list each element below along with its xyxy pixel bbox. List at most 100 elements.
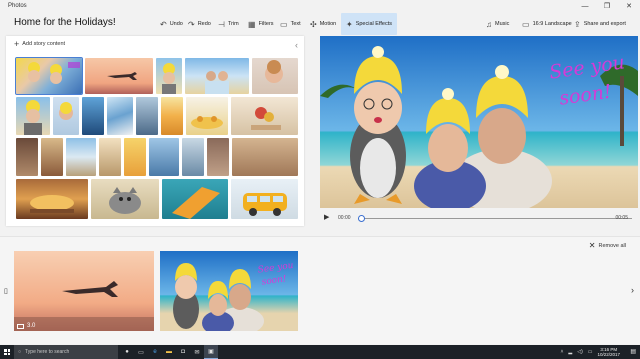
text-button[interactable]: ▭ Text (280, 13, 301, 35)
clock[interactable]: 3:16 PM 10/22/2017 (597, 347, 620, 357)
video-preview[interactable]: See you soon! (320, 36, 638, 208)
filters-icon: ▦ (248, 19, 256, 29)
photos-app-icon[interactable]: ▣ (204, 345, 218, 359)
media-thumbnail[interactable] (162, 179, 228, 219)
filters-label: Filters (258, 21, 274, 27)
keyboard-icon[interactable]: ▭ (588, 349, 593, 355)
task-view-icon[interactable]: ▭ (134, 345, 148, 359)
airplane-image (14, 281, 154, 331)
add-story-content-button[interactable]: + Add story content (14, 39, 66, 49)
motion-button[interactable]: ✣ Motion (310, 13, 336, 35)
svg-text:soon!: soon! (261, 274, 287, 287)
storyboard-handle-icon[interactable]: ▯ (4, 287, 8, 295)
filters-button[interactable]: ▦ Filters (248, 13, 274, 35)
play-icon[interactable]: ▶ (324, 213, 329, 221)
windows-icon (4, 349, 10, 355)
share-icon: ⇪ (574, 19, 581, 29)
microphone-icon[interactable]: ● (120, 345, 134, 359)
edge-icon[interactable]: e (148, 345, 162, 359)
cat-image (109, 187, 141, 214)
music-button[interactable]: ♫ Music (486, 13, 509, 35)
media-thumbnail[interactable] (156, 58, 182, 94)
redo-button[interactable]: ↷ Redo (188, 13, 211, 35)
action-center-icon[interactable]: ▤ (630, 348, 636, 355)
media-thumbnail[interactable] (16, 179, 88, 219)
media-thumbnail[interactable] (91, 179, 159, 219)
media-thumbnail[interactable] (232, 138, 298, 176)
media-thumbnail[interactable] (15, 57, 83, 95)
media-thumbnail[interactable] (207, 138, 229, 176)
monitor-icon (17, 323, 24, 329)
aspect-ratio-icon: ▭ (522, 19, 530, 29)
trim-button[interactable]: ⊣ Trim (218, 13, 239, 35)
special-effects-label: Special Effects (355, 21, 392, 27)
media-thumbnail[interactable] (186, 97, 228, 135)
minimize-button[interactable]: — (574, 0, 596, 12)
duration-label: 3.0 (27, 323, 36, 329)
search-icon: ○ (18, 349, 22, 355)
motion-label: Motion (319, 21, 337, 27)
media-thumbnail[interactable] (16, 138, 38, 176)
media-thumbnail[interactable] (161, 97, 183, 135)
redo-icon: ↷ (188, 19, 195, 29)
media-thumbnail[interactable] (231, 97, 298, 135)
maximize-button[interactable]: ❐ (596, 0, 618, 12)
media-thumbnail[interactable] (136, 97, 158, 135)
taskbar: ○ Type here to search ● ▭ e ▬ ◘ ✉ ▣ ˄ ▂ … (0, 345, 640, 359)
collapse-panel-icon[interactable]: ‹ (295, 40, 298, 50)
thumbnail-image (191, 116, 223, 129)
close-button[interactable]: ✕ (618, 0, 640, 12)
media-thumbnail[interactable] (16, 97, 50, 135)
undo-label: Undo (169, 21, 183, 27)
title-bar: Photos — ❐ ✕ (0, 0, 640, 12)
chevron-up-icon[interactable]: ˄ (560, 349, 563, 355)
close-icon: ✕ (588, 241, 596, 250)
media-thumbnail[interactable] (182, 138, 204, 176)
project-title[interactable]: Home for the Holidays! (14, 17, 116, 28)
text-label: Text (290, 21, 301, 27)
media-thumbnail[interactable] (252, 58, 298, 94)
timeline-scrubber-handle[interactable] (358, 215, 365, 222)
storyboard-card[interactable]: 3.0 (14, 251, 154, 331)
media-thumbnail[interactable] (41, 138, 63, 176)
media-thumbnail[interactable] (66, 138, 96, 176)
airplane-image (107, 72, 137, 80)
file-explorer-icon[interactable]: ▬ (162, 345, 176, 359)
timeline-track[interactable] (358, 218, 632, 219)
music-label: Music (495, 21, 510, 27)
media-thumbnail[interactable] (231, 179, 298, 219)
network-icon[interactable]: ▂ (568, 349, 572, 355)
media-thumbnail[interactable] (85, 58, 153, 94)
start-button[interactable] (0, 345, 14, 359)
media-thumbnail[interactable] (53, 97, 79, 135)
preview-frame: See you soon! (320, 36, 638, 208)
media-thumbnail[interactable] (185, 58, 249, 94)
aspect-ratio-button[interactable]: ▭ 16:9 Landscape (522, 13, 572, 35)
volume-icon[interactable]: ◁) (577, 349, 583, 355)
special-effects-button[interactable]: ✦ Special Effects (341, 13, 397, 35)
store-icon[interactable]: ◘ (176, 345, 190, 359)
total-time: 00:05 (615, 215, 628, 221)
media-thumbnail[interactable] (99, 138, 121, 176)
media-thumbnail[interactable] (107, 97, 133, 135)
media-thumbnail[interactable] (82, 97, 104, 135)
plus-icon: + (14, 39, 20, 49)
media-thumbnail[interactable] (149, 138, 179, 176)
playback-controls: ▶ 00:00 00:05 (320, 210, 638, 226)
taskbar-search[interactable]: ○ Type here to search (14, 345, 118, 359)
undo-button[interactable]: ↶ Undo (160, 13, 183, 35)
share-export-button[interactable]: ⇪ Share and export (574, 13, 626, 35)
mail-icon[interactable]: ✉ (190, 345, 204, 359)
storyboard-card-selected[interactable]: See you soon! (160, 251, 298, 331)
trim-icon: ⊣ (218, 19, 225, 29)
music-icon: ♫ (486, 19, 492, 29)
thumbnail-image (24, 100, 42, 135)
special-effects-icon: ✦ (346, 19, 353, 29)
remove-all-button[interactable]: ✕ Remove all (589, 241, 626, 250)
add-story-content-label: Add story content (22, 41, 66, 47)
van-image (243, 193, 287, 216)
media-thumbnail[interactable] (124, 138, 146, 176)
chevron-right-icon[interactable]: › (631, 285, 634, 295)
remove-all-label: Remove all (598, 242, 626, 249)
thumbnail-image (265, 60, 283, 83)
